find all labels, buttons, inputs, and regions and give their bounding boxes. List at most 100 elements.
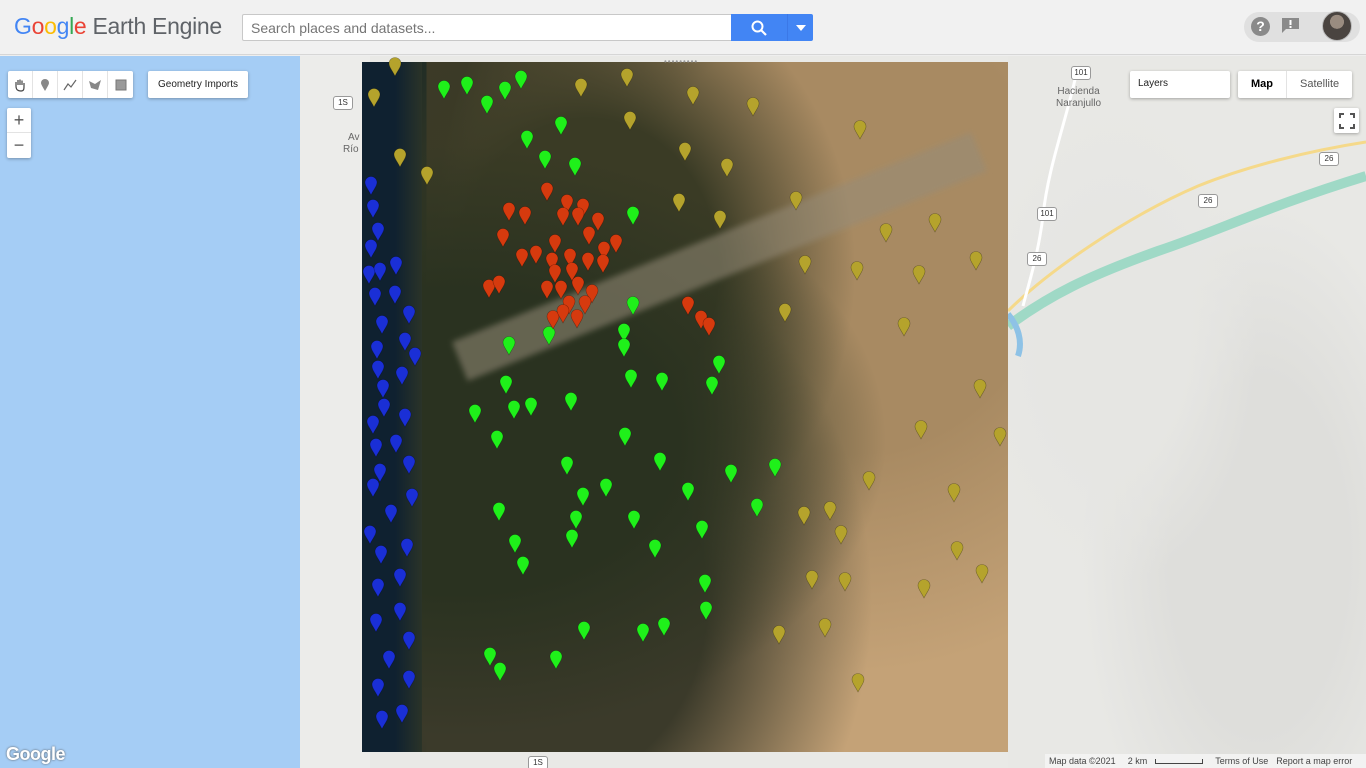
green-marker-pin[interactable] xyxy=(554,116,568,136)
blue-marker-pin[interactable] xyxy=(402,631,416,651)
blue-marker-pin[interactable] xyxy=(370,340,384,360)
green-marker-pin[interactable] xyxy=(460,76,474,96)
olive-marker-pin[interactable] xyxy=(838,572,852,592)
olive-marker-pin[interactable] xyxy=(746,97,760,117)
search-input[interactable] xyxy=(242,14,732,41)
blue-marker-pin[interactable] xyxy=(395,704,409,724)
green-marker-pin[interactable] xyxy=(516,556,530,576)
blue-marker-pin[interactable] xyxy=(366,199,380,219)
blue-marker-pin[interactable] xyxy=(402,455,416,475)
olive-marker-pin[interactable] xyxy=(914,420,928,440)
blue-marker-pin[interactable] xyxy=(402,670,416,690)
blue-marker-pin[interactable] xyxy=(364,176,378,196)
green-marker-pin[interactable] xyxy=(699,601,713,621)
green-marker-pin[interactable] xyxy=(618,427,632,447)
olive-marker-pin[interactable] xyxy=(686,86,700,106)
red-marker-pin[interactable] xyxy=(548,234,562,254)
green-marker-pin[interactable] xyxy=(617,338,631,358)
olive-marker-pin[interactable] xyxy=(713,210,727,230)
green-marker-pin[interactable] xyxy=(498,81,512,101)
green-marker-pin[interactable] xyxy=(538,150,552,170)
panel-drag-handle[interactable]: ••••••••• xyxy=(664,57,698,66)
blue-marker-pin[interactable] xyxy=(408,347,422,367)
point-tool[interactable] xyxy=(33,71,58,98)
blue-marker-pin[interactable] xyxy=(400,538,414,558)
green-marker-pin[interactable] xyxy=(480,95,494,115)
blue-marker-pin[interactable] xyxy=(371,578,385,598)
olive-marker-pin[interactable] xyxy=(862,471,876,491)
green-marker-pin[interactable] xyxy=(565,529,579,549)
green-marker-pin[interactable] xyxy=(750,498,764,518)
olive-marker-pin[interactable] xyxy=(897,317,911,337)
olive-marker-pin[interactable] xyxy=(818,618,832,638)
olive-marker-pin[interactable] xyxy=(853,120,867,140)
blue-marker-pin[interactable] xyxy=(375,315,389,335)
blue-marker-pin[interactable] xyxy=(376,379,390,399)
blue-marker-pin[interactable] xyxy=(389,256,403,276)
search-button[interactable] xyxy=(731,14,787,41)
olive-marker-pin[interactable] xyxy=(928,213,942,233)
olive-marker-pin[interactable] xyxy=(805,570,819,590)
olive-marker-pin[interactable] xyxy=(834,525,848,545)
olive-marker-pin[interactable] xyxy=(797,506,811,526)
olive-marker-pin[interactable] xyxy=(574,78,588,98)
rectangle-tool[interactable] xyxy=(108,71,133,98)
green-marker-pin[interactable] xyxy=(524,397,538,417)
olive-marker-pin[interactable] xyxy=(620,68,634,88)
olive-marker-pin[interactable] xyxy=(969,251,983,271)
green-marker-pin[interactable] xyxy=(499,375,513,395)
red-marker-pin[interactable] xyxy=(540,182,554,202)
olive-marker-pin[interactable] xyxy=(720,158,734,178)
blue-marker-pin[interactable] xyxy=(369,438,383,458)
green-marker-pin[interactable] xyxy=(493,662,507,682)
olive-marker-pin[interactable] xyxy=(917,579,931,599)
blue-marker-pin[interactable] xyxy=(363,525,377,545)
zoom-out-button[interactable]: − xyxy=(7,133,31,158)
green-marker-pin[interactable] xyxy=(576,487,590,507)
green-marker-pin[interactable] xyxy=(626,206,640,226)
green-marker-pin[interactable] xyxy=(624,369,638,389)
green-marker-pin[interactable] xyxy=(514,70,528,90)
olive-marker-pin[interactable] xyxy=(823,501,837,521)
green-marker-pin[interactable] xyxy=(549,650,563,670)
blue-marker-pin[interactable] xyxy=(374,545,388,565)
report-error-link[interactable]: Report a map error xyxy=(1276,756,1352,766)
polygon-tool[interactable] xyxy=(83,71,108,98)
pan-tool[interactable] xyxy=(8,71,33,98)
green-marker-pin[interactable] xyxy=(626,296,640,316)
olive-marker-pin[interactable] xyxy=(973,379,987,399)
olive-marker-pin[interactable] xyxy=(851,673,865,693)
olive-marker-pin[interactable] xyxy=(798,255,812,275)
green-marker-pin[interactable] xyxy=(648,539,662,559)
green-marker-pin[interactable] xyxy=(627,510,641,530)
olive-marker-pin[interactable] xyxy=(778,303,792,323)
olive-marker-pin[interactable] xyxy=(789,191,803,211)
green-marker-pin[interactable] xyxy=(724,464,738,484)
green-marker-pin[interactable] xyxy=(698,574,712,594)
olive-marker-pin[interactable] xyxy=(388,57,402,77)
blue-marker-pin[interactable] xyxy=(393,568,407,588)
line-tool[interactable] xyxy=(58,71,83,98)
olive-marker-pin[interactable] xyxy=(393,148,407,168)
olive-marker-pin[interactable] xyxy=(947,483,961,503)
green-marker-pin[interactable] xyxy=(768,458,782,478)
olive-marker-pin[interactable] xyxy=(975,564,989,584)
blue-marker-pin[interactable] xyxy=(398,408,412,428)
green-marker-pin[interactable] xyxy=(508,534,522,554)
olive-marker-pin[interactable] xyxy=(879,223,893,243)
avatar[interactable] xyxy=(1322,11,1352,41)
blue-marker-pin[interactable] xyxy=(388,285,402,305)
blue-marker-pin[interactable] xyxy=(382,650,396,670)
blue-marker-pin[interactable] xyxy=(395,366,409,386)
blue-marker-pin[interactable] xyxy=(366,478,380,498)
red-marker-pin[interactable] xyxy=(571,276,585,296)
earth-engine-logo[interactable]: Google Earth Engine xyxy=(14,13,222,40)
blue-marker-pin[interactable] xyxy=(366,415,380,435)
green-marker-pin[interactable] xyxy=(636,623,650,643)
green-marker-pin[interactable] xyxy=(681,482,695,502)
search-options-button[interactable] xyxy=(787,14,813,41)
green-marker-pin[interactable] xyxy=(712,355,726,375)
green-marker-pin[interactable] xyxy=(560,456,574,476)
blue-marker-pin[interactable] xyxy=(393,602,407,622)
red-marker-pin[interactable] xyxy=(496,228,510,248)
